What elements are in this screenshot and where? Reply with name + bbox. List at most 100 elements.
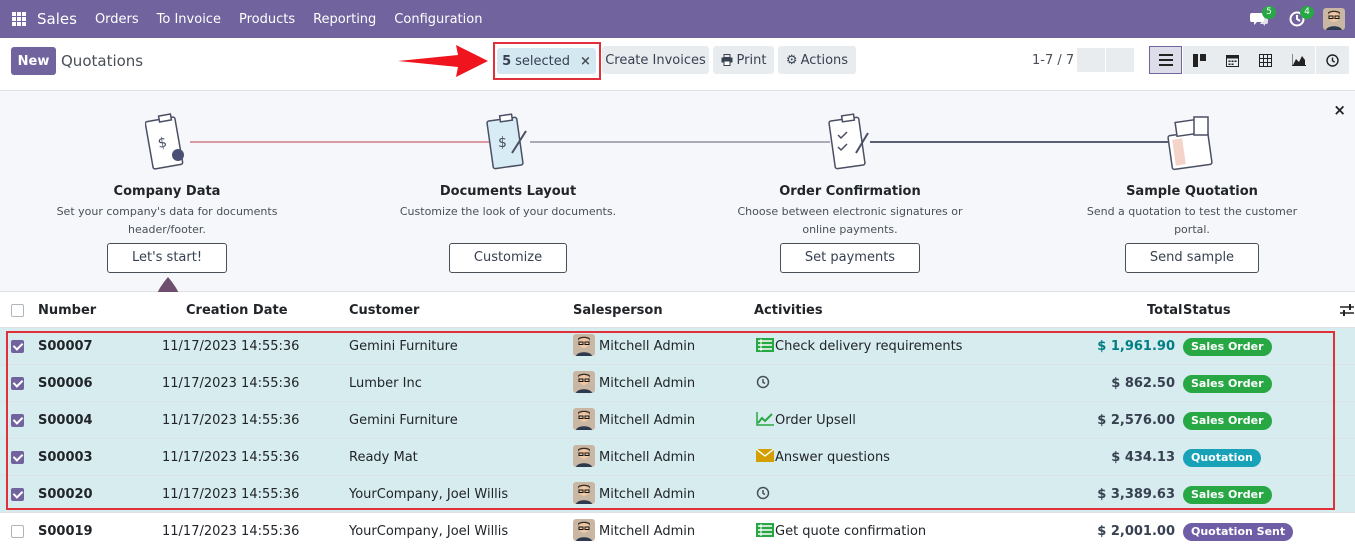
clock-icon[interactable] [756,375,770,393]
calendar-view-icon [1226,54,1239,67]
pivot-view-icon [1259,53,1272,67]
kanban-view-icon [1193,53,1206,67]
menu-products[interactable]: Products [239,12,295,27]
order-total: $ 1,961.90 [1097,339,1175,354]
create-invoices-button[interactable]: Create Invoices [602,46,709,74]
annotation-arrow-icon [398,45,488,77]
actions-button[interactable]: ⚙ Actions [778,46,856,74]
order-total: $ 862.50 [1111,376,1175,391]
salesperson-name: Mitchell Admin [599,450,696,465]
graph-view-button[interactable] [1282,46,1315,74]
table-row[interactable]: S00006 11/17/2023 14:55:36 Lumber Inc Mitch… [0,365,1355,402]
row-checkbox[interactable] [11,451,24,464]
header-activities[interactable]: Activities [754,303,823,318]
order-total: $ 2,576.00 [1097,413,1175,428]
header-creation-date[interactable]: Creation Date [186,303,288,318]
order-total: $ 434.13 [1111,450,1175,465]
step-description: Set your company's data for documents hea… [56,205,278,236]
kanban-view-button[interactable] [1183,46,1216,74]
table-row[interactable]: S00004 11/17/2023 14:55:36 Gemini Furnitur… [0,402,1355,439]
list-icon[interactable] [756,523,774,541]
customer-name: YourCompany, Joel Willis [349,524,509,539]
creation-date: 11/17/2023 14:55:36 [162,339,300,354]
table-row[interactable]: S00020 11/17/2023 14:55:36 YourCompany, Jo… [0,476,1355,513]
step-documents-layout: $ Documents Layout Customize the look of… [378,109,638,273]
calendar-view-button[interactable] [1216,46,1249,74]
pager-previous-button[interactable] [1077,48,1105,72]
order-number: S00003 [38,450,93,465]
header-number[interactable]: Number [38,303,96,318]
step-description: Customize the look of your documents. [399,205,617,218]
table-row[interactable]: S00019 11/17/2023 14:55:36 YourCompany, Jo… [0,513,1355,548]
menu-configuration[interactable]: Configuration [394,12,482,27]
company-data-icon: $ [37,109,297,171]
set-payments-button[interactable]: Set payments [779,243,921,273]
breadcrumb: Quotations [61,52,144,70]
salesperson-avatar [573,334,595,356]
customize-button[interactable]: Customize [448,243,568,273]
header-customer[interactable]: Customer [349,303,419,318]
optional-columns-icon[interactable] [1340,304,1354,317]
chart-icon[interactable] [756,412,774,430]
row-checkbox[interactable] [11,414,24,427]
activities-icon[interactable]: 4 [1285,6,1314,31]
app-brand[interactable]: Sales [37,10,77,28]
activity-view-button[interactable] [1316,46,1349,74]
step-description: Send a quotation to test the customer por… [1086,205,1298,236]
select-all-checkbox[interactable] [11,304,24,317]
close-onboarding-icon[interactable]: × [1333,101,1346,119]
clock-view-icon [1326,53,1339,67]
pager-value[interactable]: 1-7 / 7 [1032,53,1074,68]
menu-to-invoice[interactable]: To Invoice [157,12,221,27]
salesperson-name: Mitchell Admin [599,339,696,354]
pager-next-button[interactable] [1106,48,1134,72]
messages-icon[interactable]: 5 [1247,6,1276,31]
selection-indicator: 5 selected × [497,48,596,74]
status-badge: Sales Order [1183,412,1272,430]
step-title: Documents Layout [439,184,577,199]
salesperson-name: Mitchell Admin [599,487,696,502]
creation-date: 11/17/2023 14:55:36 [162,524,300,539]
customer-name: Gemini Furniture [349,413,458,428]
clock-icon[interactable] [756,486,770,504]
table-row[interactable]: S00003 11/17/2023 14:55:36 Ready Mat Mitche… [0,439,1355,476]
activity-summary[interactable]: Get quote confirmation [775,524,926,539]
list-view-icon [1158,54,1173,66]
user-avatar[interactable] [1323,8,1345,30]
clear-selection-icon[interactable]: × [580,54,591,69]
order-number: S00007 [38,339,93,354]
menu-orders[interactable]: Orders [95,12,139,27]
table-row[interactable]: S00007 11/17/2023 14:55:36 Gemini Furnitur… [0,328,1355,365]
new-button[interactable]: New [11,47,56,75]
activities-badge: 4 [1300,6,1314,19]
step-title: Company Data [113,184,221,199]
activity-summary[interactable]: Answer questions [775,450,890,465]
row-checkbox[interactable] [11,340,24,353]
list-icon[interactable] [756,338,774,356]
activity-summary[interactable]: Check delivery requirements [775,339,962,354]
order-total: $ 3,389.63 [1097,487,1175,502]
apps-menu-icon[interactable] [12,12,26,26]
salesperson-name: Mitchell Admin [599,376,696,391]
lets-start-button[interactable]: Let's start! [106,243,228,273]
print-button[interactable]: Print [713,46,774,74]
row-checkbox[interactable] [11,488,24,501]
header-status[interactable]: Status [1183,303,1231,318]
send-sample-button[interactable]: Send sample [1124,243,1260,273]
menu-reporting[interactable]: Reporting [313,12,376,27]
list-view-button[interactable] [1149,46,1182,74]
pivot-view-button[interactable] [1249,46,1282,74]
header-total[interactable]: Total [1147,303,1183,318]
step-order-confirmation: Order Confirmation Choose between electr… [720,109,980,273]
envelope-icon[interactable] [755,448,775,466]
status-badge: Sales Order [1183,338,1272,356]
header-salesperson[interactable]: Salesperson [573,303,663,318]
order-number: S00006 [38,376,93,391]
selected-label: selected [515,53,571,69]
print-icon [721,54,733,66]
row-checkbox[interactable] [11,377,24,390]
creation-date: 11/17/2023 14:55:36 [162,487,300,502]
customer-name: Lumber Inc [349,376,422,391]
activity-summary[interactable]: Order Upsell [775,413,856,428]
row-checkbox[interactable] [11,525,24,538]
